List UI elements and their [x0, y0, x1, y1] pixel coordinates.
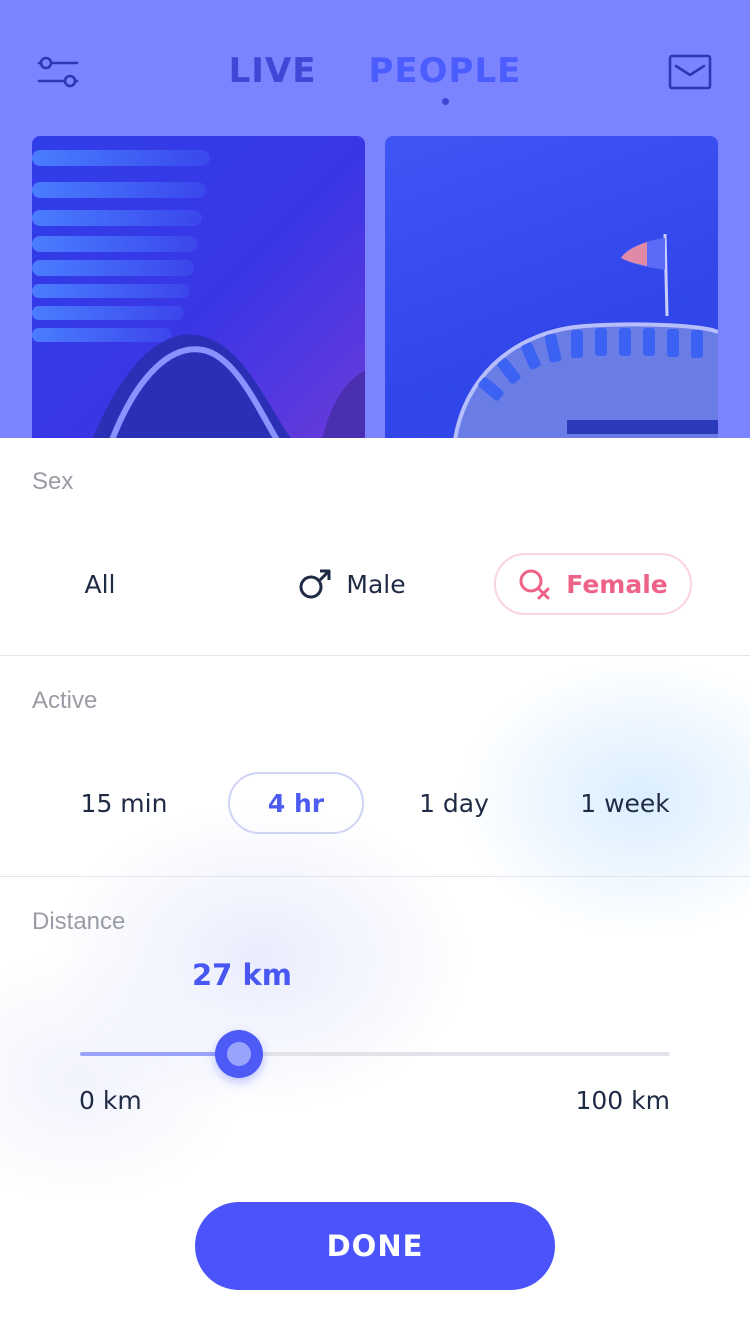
distance-slider[interactable] — [80, 1030, 670, 1078]
background-feed: LIVE PEOPLE — [0, 0, 750, 440]
section-title-sex: Sex — [32, 468, 74, 495]
sex-option-female-label: Female — [566, 569, 668, 599]
active-option-4-hr[interactable]: 4 hr — [228, 772, 364, 834]
active-option-15-min[interactable]: 15 min — [68, 772, 180, 834]
messages-button[interactable] — [666, 48, 714, 96]
male-icon — [298, 568, 332, 600]
female-icon — [518, 568, 552, 600]
sex-option-male-label: Male — [346, 569, 406, 599]
active-filter-section: Active 15 min 4 hr 1 day 1 week — [0, 657, 750, 877]
active-option-label: 15 min — [80, 788, 168, 818]
done-button-label: DONE — [326, 1229, 424, 1263]
top-tabs: LIVE PEOPLE — [0, 48, 750, 108]
active-option-label: 4 hr — [267, 788, 325, 818]
profile-card[interactable] — [32, 136, 365, 440]
distance-filter-section: Distance 27 km 0 km 100 km — [0, 878, 750, 1178]
profile-photo — [453, 233, 718, 440]
sex-filter-section: Sex All Male Female — [0, 438, 750, 656]
sex-option-male[interactable]: Male — [282, 553, 422, 615]
tab-people[interactable]: PEOPLE — [369, 48, 522, 108]
profile-photo — [32, 150, 365, 440]
mail-icon — [668, 54, 712, 90]
active-tab-indicator — [441, 98, 449, 105]
done-button[interactable]: DONE — [195, 1202, 555, 1290]
tab-people-label: PEOPLE — [368, 51, 522, 91]
tab-live-label: LIVE — [228, 51, 317, 91]
sex-option-all[interactable]: All — [60, 553, 140, 615]
active-option-1-day[interactable]: 1 day — [408, 772, 500, 834]
sex-option-female[interactable]: Female — [494, 553, 692, 615]
filter-sheet: Sex All Male Female Active 15 min 4 hr 1… — [0, 438, 750, 1334]
distance-min-label: 0 km — [79, 1086, 142, 1115]
profile-card[interactable] — [385, 136, 718, 440]
tab-live[interactable]: LIVE — [229, 48, 317, 108]
section-title-active: Active — [32, 687, 98, 714]
active-option-label: 1 week — [580, 788, 670, 818]
section-title-distance: Distance — [32, 908, 126, 935]
distance-value: 27 km — [192, 958, 292, 992]
active-option-1-week[interactable]: 1 week — [566, 772, 684, 834]
sex-option-all-label: All — [84, 569, 116, 599]
distance-max-label: 100 km — [575, 1086, 671, 1115]
active-option-label: 1 day — [419, 788, 489, 818]
distance-slider-handle[interactable] — [215, 1030, 264, 1078]
